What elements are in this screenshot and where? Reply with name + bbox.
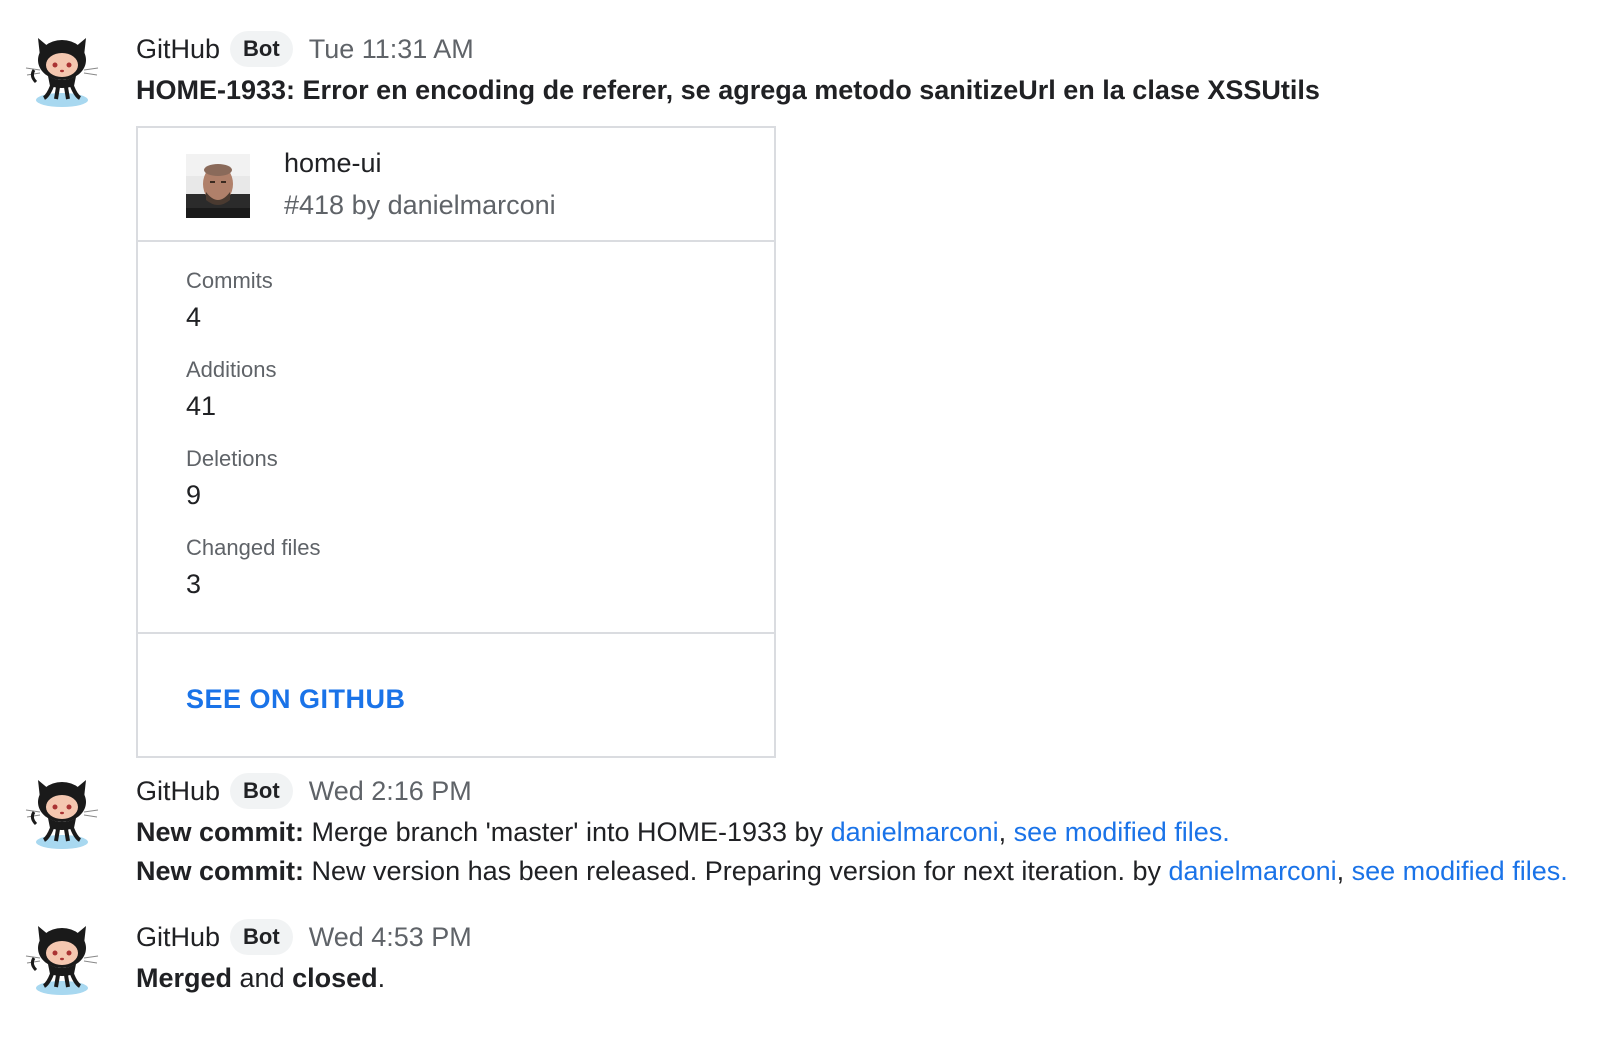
bot-badge: Bot — [230, 31, 293, 67]
commit-prefix: New commit: — [136, 817, 305, 847]
bot-badge: Bot — [230, 919, 293, 955]
sender-name[interactable]: GitHub — [136, 776, 220, 807]
message-header: GitHub Bot Tue 11:31 AM — [136, 29, 474, 69]
message-header: GitHub Bot Wed 4:53 PM — [136, 917, 472, 957]
timestamp: Wed 4:53 PM — [308, 921, 472, 952]
timestamp: Wed 2:16 PM — [308, 775, 472, 806]
commit-text: New version has been released. Preparing… — [304, 856, 1169, 886]
card-stats: Commits 4 Additions 41 Deletions 9 Chang… — [138, 242, 774, 634]
stat-value-changed-files: 3 — [186, 569, 202, 599]
author-link[interactable]: danielmarconi — [831, 817, 999, 847]
separator: , — [1336, 856, 1352, 886]
github-octocat-icon[interactable] — [22, 918, 102, 998]
period-text: . — [377, 963, 386, 993]
commit-prefix: New commit: — [136, 856, 305, 886]
commit-line-1: New commit: Merge branch 'master' into H… — [136, 814, 1230, 850]
timestamp: Tue 11:31 AM — [308, 33, 474, 64]
see-on-github-button[interactable]: SEE ON GITHUB — [186, 684, 406, 715]
stat-label-changed-files: Changed files — [186, 535, 321, 560]
sender-name[interactable]: GitHub — [136, 922, 220, 953]
modified-files-link[interactable]: see modified files. — [1352, 856, 1568, 886]
sender-name[interactable]: GitHub — [136, 34, 220, 65]
modified-files-link[interactable]: see modified files. — [1014, 817, 1230, 847]
status-line: Merged and closed. — [136, 960, 385, 996]
author-link[interactable]: danielmarconi — [1169, 856, 1337, 886]
github-octocat-icon[interactable] — [22, 772, 102, 852]
user-photo — [186, 154, 250, 218]
card-header: home-ui #418 by danielmarconi — [138, 128, 774, 242]
and-text: and — [232, 963, 293, 993]
message-header: GitHub Bot Wed 2:16 PM — [136, 771, 472, 811]
separator: , — [998, 817, 1014, 847]
commit-text: Merge branch 'master' into HOME-1933 by — [304, 817, 831, 847]
stat-value-commits: 4 — [186, 302, 202, 332]
pull-request-card: home-ui #418 by danielmarconi Commits 4 … — [136, 126, 776, 758]
github-octocat-icon[interactable] — [22, 30, 102, 110]
stat-value-deletions: 9 — [186, 480, 202, 510]
stat-label-deletions: Deletions — [186, 446, 278, 471]
stat-label-commits: Commits — [186, 268, 273, 293]
stat-label-additions: Additions — [186, 357, 277, 382]
pr-title: HOME-1933: Error en encoding de referer,… — [136, 75, 1320, 105]
closed-text: closed — [292, 963, 378, 993]
bot-badge: Bot — [230, 773, 293, 809]
repo-name[interactable]: home-ui — [284, 148, 382, 179]
stat-value-additions: 41 — [186, 391, 217, 421]
commit-line-2: New commit: New version has been release… — [136, 853, 1568, 889]
pr-number-author: #418 by danielmarconi — [284, 190, 556, 220]
merged-text: Merged — [136, 963, 233, 993]
